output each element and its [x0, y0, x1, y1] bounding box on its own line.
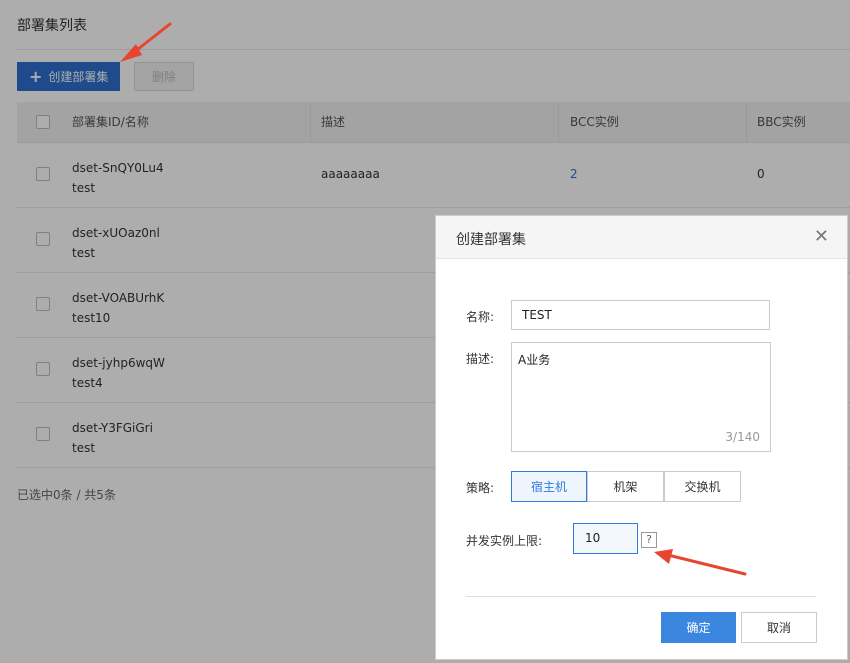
strategy-switch-option[interactable]: 交换机 — [664, 471, 741, 502]
concurrency-limit-input[interactable]: 10 — [573, 523, 638, 554]
dialog-title: 创建部署集 — [456, 232, 526, 248]
dialog-header: 创建部署集 ✕ — [436, 216, 847, 259]
name-label: 名称: — [466, 310, 495, 324]
strategy-rack-option[interactable]: 机架 — [587, 471, 664, 502]
cancel-button[interactable]: 取消 — [741, 612, 817, 643]
strategy-label: 策略: — [466, 481, 495, 495]
concurrency-limit-label: 并发实例上限: — [466, 534, 543, 548]
dialog-divider — [466, 596, 816, 597]
create-deployment-set-dialog: 创建部署集 ✕ 名称: TEST 描述: A业务 3/140 策略: 宿主机 机… — [435, 215, 848, 660]
confirm-button[interactable]: 确定 — [661, 612, 736, 643]
char-counter: 3/140 — [725, 430, 760, 444]
close-icon[interactable]: ✕ — [814, 226, 829, 247]
name-input[interactable]: TEST — [511, 300, 770, 330]
desc-textarea[interactable]: A业务 3/140 — [511, 342, 771, 452]
desc-label: 描述: — [466, 352, 495, 366]
help-icon[interactable]: ? — [641, 532, 657, 548]
desc-value: A业务 — [518, 353, 551, 367]
strategy-host-option[interactable]: 宿主机 — [511, 471, 587, 502]
